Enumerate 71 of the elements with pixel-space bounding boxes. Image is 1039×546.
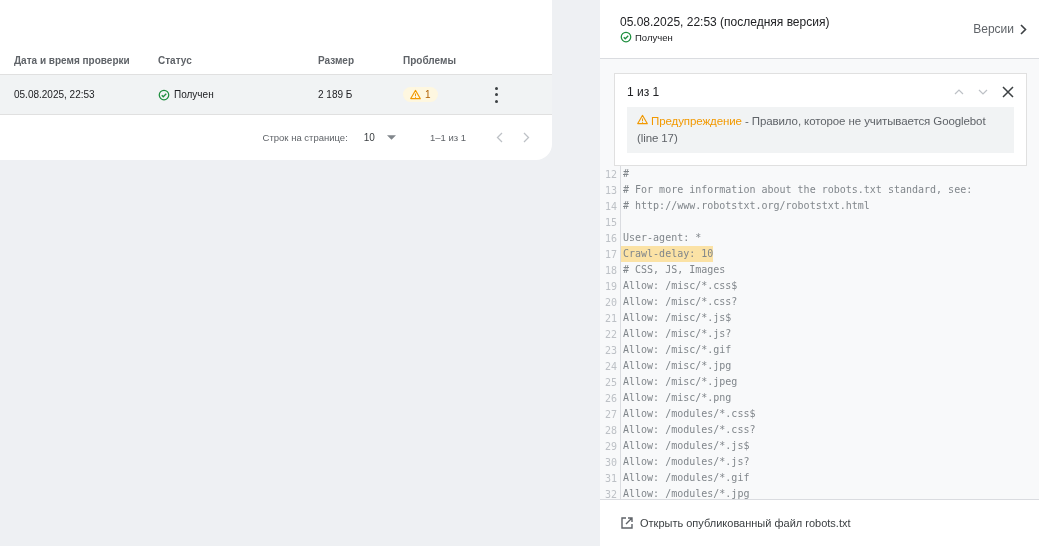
close-icon[interactable] bbox=[1002, 86, 1014, 98]
column-header: Статус bbox=[158, 54, 193, 66]
status-text: Получен bbox=[174, 89, 214, 100]
status-text: Получен bbox=[635, 31, 673, 43]
version-title: 05.08.2025, 22:53 (последняя версия) bbox=[620, 15, 831, 29]
line-number: 23 bbox=[603, 344, 617, 356]
code-line: Allow: /misc/*.css$ bbox=[622, 279, 738, 293]
line-number: 12 bbox=[603, 168, 617, 180]
rows-per-page-label: Строк на странице: bbox=[262, 131, 348, 143]
code-line: Allow: /modules/*.js? bbox=[622, 455, 750, 469]
line-number: 20 bbox=[603, 296, 617, 308]
code-line: Allow: /misc/*.jpg bbox=[622, 359, 732, 373]
line-number: 29 bbox=[603, 440, 617, 452]
code-line: User-agent: * bbox=[622, 231, 702, 245]
page-range: 1–1 из 1 bbox=[429, 131, 466, 143]
previous-page-icon[interactable] bbox=[496, 131, 503, 143]
open-file-link[interactable]: Открыть опубликованный файл robots.txt bbox=[621, 517, 851, 529]
line-number: 25 bbox=[603, 376, 617, 388]
warning-icon bbox=[637, 114, 648, 125]
line-number: 21 bbox=[603, 312, 617, 324]
code-line: Allow: /misc/*.js? bbox=[622, 327, 732, 341]
issue-counter: 1 из 1 bbox=[627, 85, 661, 99]
check-circle-icon bbox=[158, 88, 170, 101]
code-line: # CSS, JS, Images bbox=[622, 263, 726, 277]
column-header: Дата и время проверки bbox=[13, 54, 131, 66]
versions-link[interactable]: Версии bbox=[973, 22, 1027, 36]
code-line: # http://www.robotstxt.org/robotstxt.html bbox=[622, 199, 870, 213]
code-line: Allow: /misc/*.jpeg bbox=[622, 375, 738, 389]
code-line: Allow: /misc/*.png bbox=[622, 391, 732, 405]
code-line: Allow: /modules/*.gif bbox=[622, 471, 750, 485]
code-line: # bbox=[622, 167, 630, 181]
line-number: 19 bbox=[603, 280, 617, 292]
more-menu-icon[interactable] bbox=[493, 86, 499, 103]
line-number: 22 bbox=[603, 328, 617, 340]
line-number: 24 bbox=[603, 360, 617, 372]
code-line: Allow: /modules/*.js$ bbox=[622, 439, 750, 453]
code-line: Allow: /modules/*.css$ bbox=[622, 407, 756, 421]
table-cell-text: 05.08.2025, 22:53 bbox=[13, 89, 96, 100]
table-cell-text: 2 189 Б bbox=[318, 89, 354, 100]
line-number: 27 bbox=[603, 408, 617, 420]
open-external-icon bbox=[621, 517, 633, 529]
warning-icon bbox=[410, 89, 421, 100]
line-number: 17 bbox=[603, 248, 617, 260]
previous-issue-icon[interactable] bbox=[954, 89, 964, 95]
next-page-icon[interactable] bbox=[523, 131, 530, 143]
code-line: # For more information about the robots.txt standard, see: bbox=[622, 183, 973, 197]
code-line: Allow: /misc/*.gif bbox=[622, 343, 732, 357]
dropdown-icon bbox=[386, 134, 396, 140]
line-number: 28 bbox=[603, 424, 617, 436]
next-issue-icon[interactable] bbox=[978, 89, 988, 95]
column-header: Проблемы bbox=[403, 54, 457, 66]
line-number: 13 bbox=[603, 184, 617, 196]
line-number: 30 bbox=[603, 456, 617, 468]
issues-badge: 1 bbox=[403, 87, 438, 102]
code-line: Allow: /modules/*.css? bbox=[622, 423, 756, 437]
chevron-right-icon bbox=[1020, 23, 1027, 35]
line-number: 32 bbox=[603, 488, 617, 499]
line-number: 14 bbox=[603, 200, 617, 212]
code-line: Allow: /misc/*.js$ bbox=[622, 311, 732, 325]
table-row[interactable]: 05.08.2025, 22:53 Получен 2 189 Б 1 bbox=[0, 75, 552, 115]
line-number: 26 bbox=[603, 392, 617, 404]
check-circle-icon bbox=[620, 31, 632, 43]
warning-message: Предупреждение - Правило, которое не учитывается Googlebot (line 17) bbox=[627, 107, 1014, 153]
line-number: 16 bbox=[603, 232, 617, 244]
rows-per-page-select[interactable]: 10 bbox=[363, 131, 396, 143]
code-line: Allow: /modules/*.jpg bbox=[622, 487, 750, 499]
code-line: Allow: /misc/*.css? bbox=[622, 295, 738, 309]
line-number: 18 bbox=[603, 264, 617, 276]
line-number: 15 bbox=[603, 216, 617, 228]
column-header: Размер bbox=[318, 54, 355, 66]
line-number: 31 bbox=[603, 472, 617, 484]
